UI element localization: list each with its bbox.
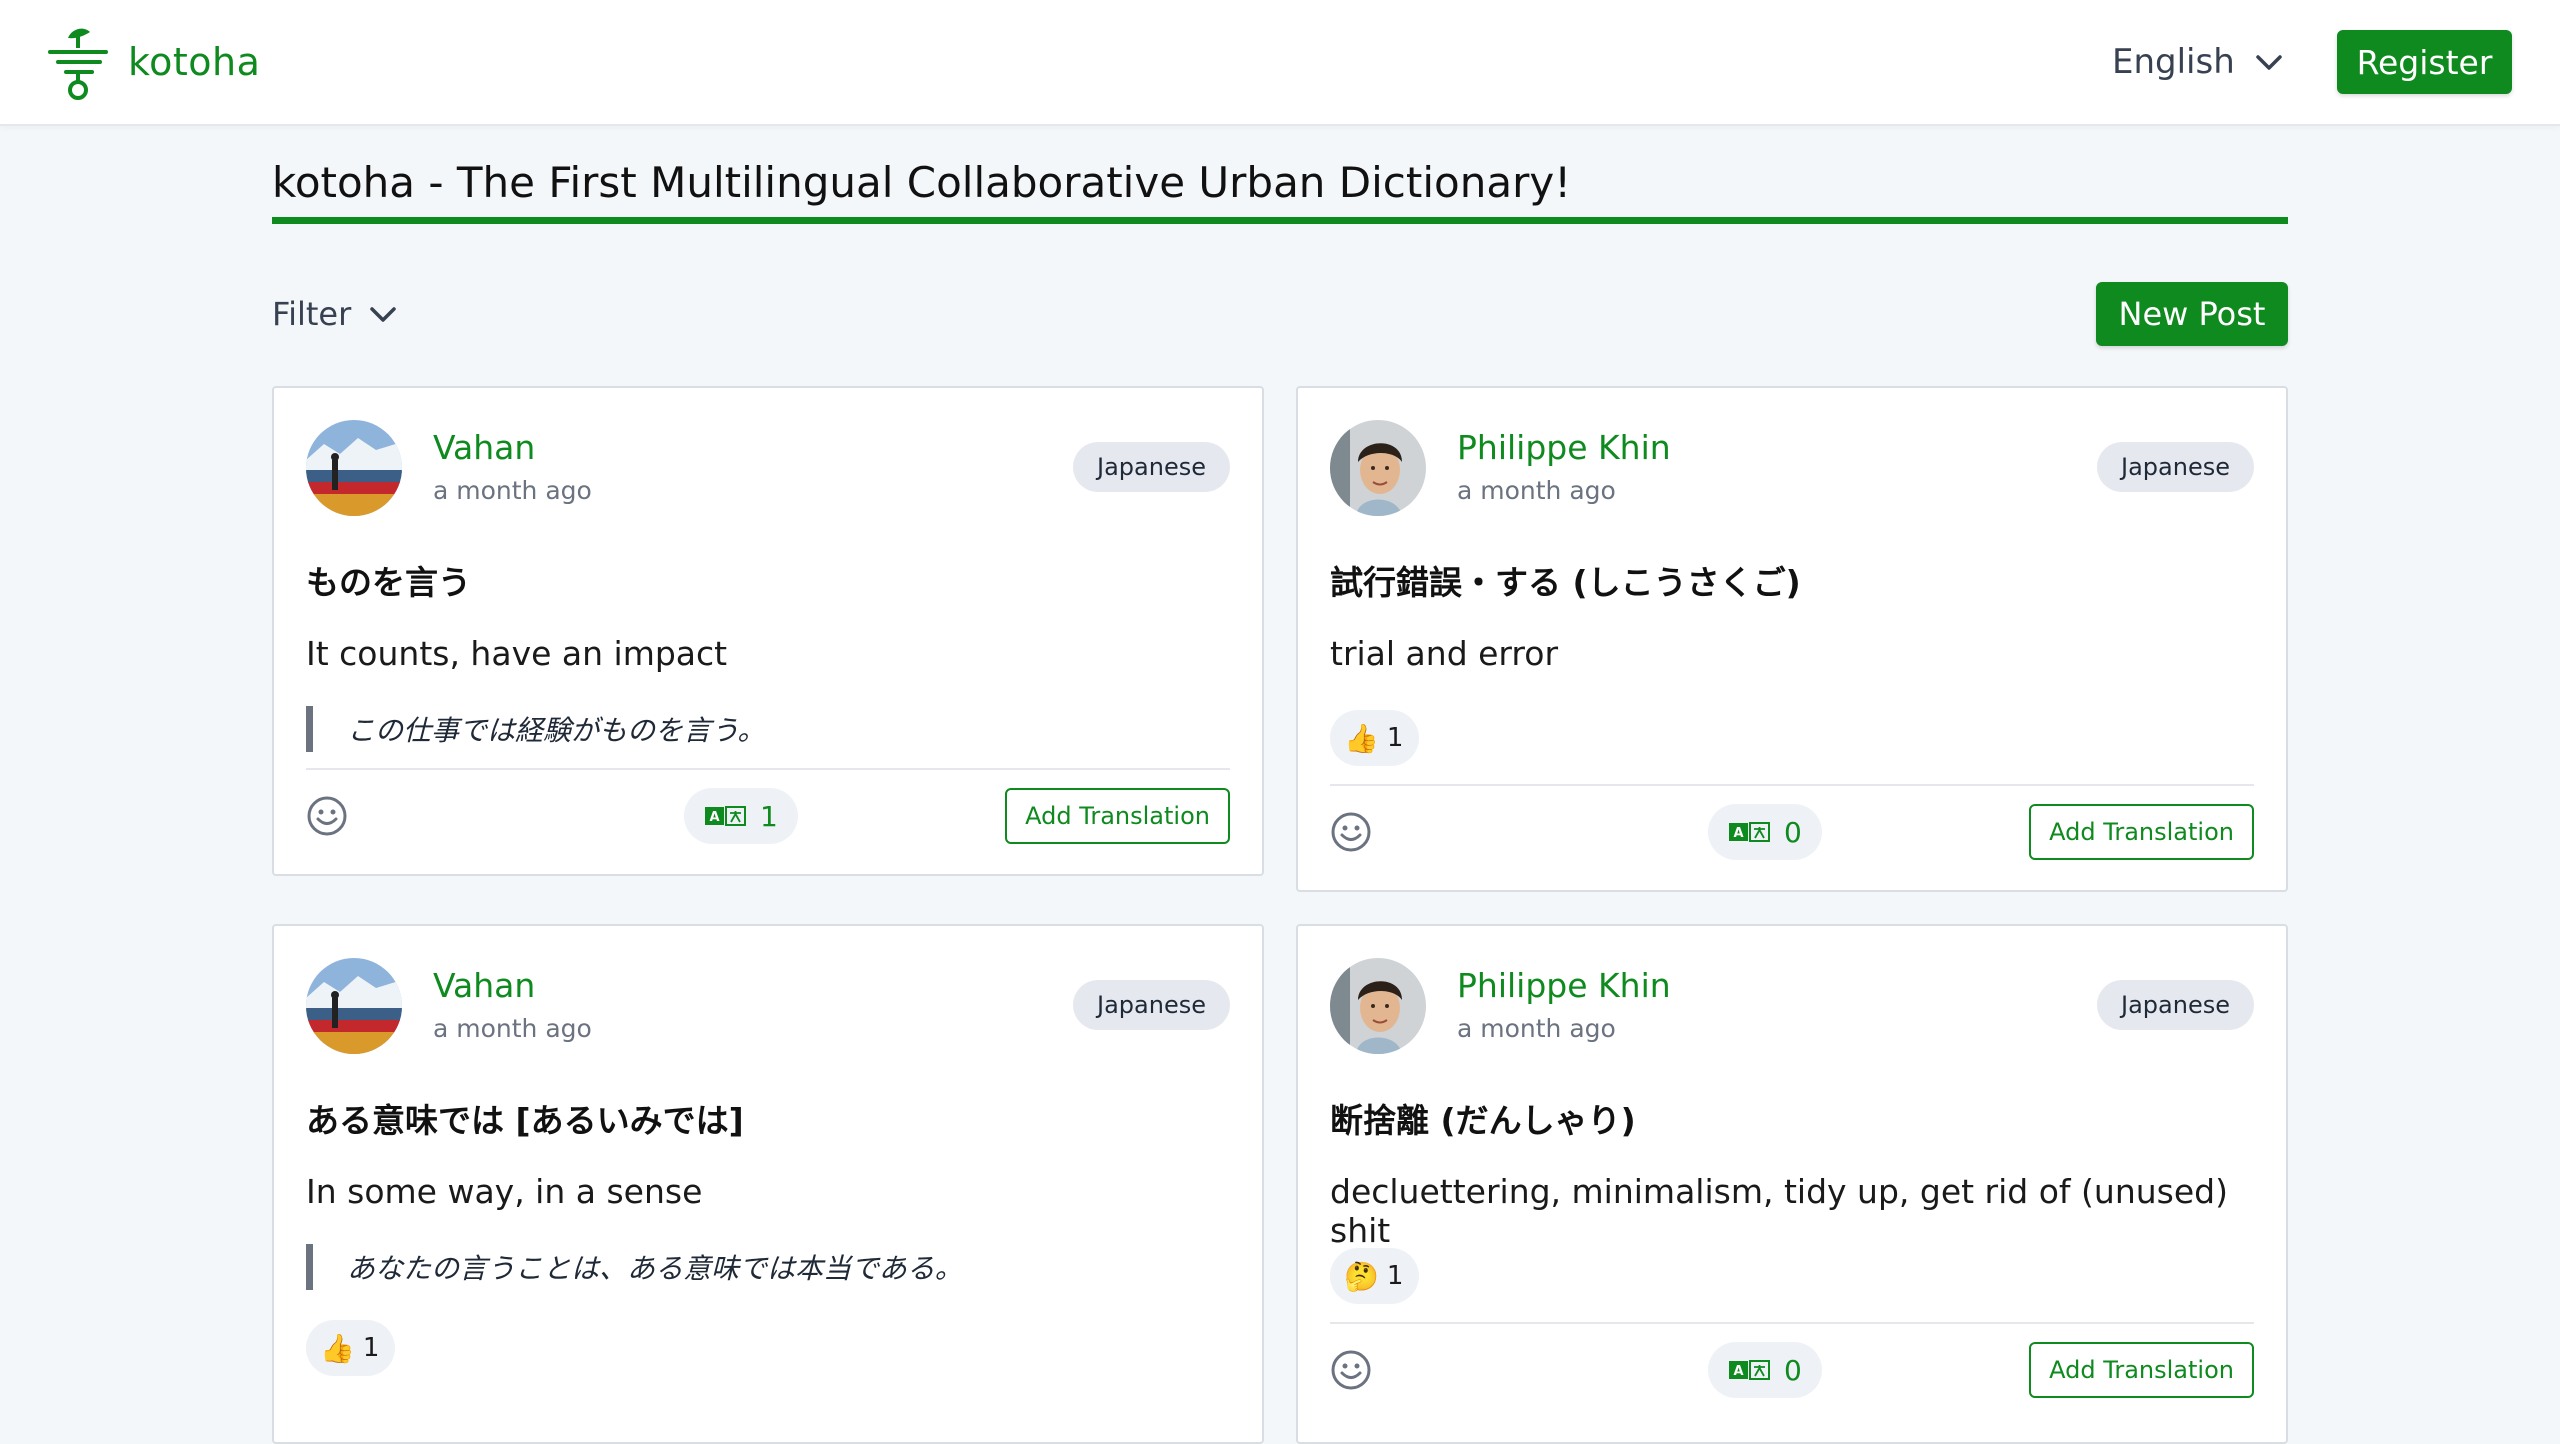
svg-text:A: A bbox=[709, 810, 719, 825]
add-reaction-button[interactable] bbox=[306, 795, 348, 837]
translate-icon: A bbox=[1729, 822, 1770, 842]
post-phrase: ある意味では [あるいみでは] bbox=[306, 1101, 744, 1140]
card-divider bbox=[1330, 1322, 2254, 1324]
smiley-face-icon bbox=[1331, 812, 1371, 852]
post-card: Philippe Khin a month ago Japanese 試行錯誤・… bbox=[1296, 386, 2288, 892]
thumbs-up-icon: 👍 bbox=[320, 1331, 355, 1365]
add-reaction-button[interactable] bbox=[1330, 811, 1372, 853]
page-title: kotoha - The First Multilingual Collabor… bbox=[272, 158, 1572, 207]
reaction-count: 1 bbox=[1386, 1261, 1404, 1291]
language-badge: Japanese bbox=[2097, 442, 2254, 492]
translate-icon: A bbox=[705, 806, 746, 826]
language-badge: Japanese bbox=[1073, 442, 1230, 492]
post-card: Philippe Khin a month ago Japanese 断捨離 (… bbox=[1296, 924, 2288, 1444]
language-selector[interactable]: English bbox=[2112, 36, 2285, 88]
post-time: a month ago bbox=[1457, 476, 1616, 505]
post-example: あなたの言うことは、ある意味では本当である。 bbox=[306, 1244, 963, 1290]
translation-count[interactable]: A 0 bbox=[1708, 1342, 1822, 1398]
thumbs-up-icon: 👍 bbox=[1344, 721, 1379, 755]
add-translation-button[interactable]: Add Translation bbox=[1005, 788, 1230, 844]
post-card: Vahan a month ago Japanese ある意味では [あるいみで… bbox=[272, 924, 1264, 1444]
example-text: あなたの言うことは、ある意味では本当である。 bbox=[347, 1252, 963, 1285]
translate-icon: A bbox=[1729, 1360, 1770, 1380]
post-time: a month ago bbox=[433, 476, 592, 505]
language-badge: Japanese bbox=[2097, 980, 2254, 1030]
translation-count-value: 0 bbox=[1784, 815, 1802, 849]
post-author[interactable]: Vahan bbox=[433, 966, 535, 1005]
translation-count[interactable]: A 0 bbox=[1708, 804, 1822, 860]
avatar[interactable] bbox=[1330, 958, 1426, 1054]
post-author[interactable]: Philippe Khin bbox=[1457, 966, 1671, 1005]
translation-count-value: 0 bbox=[1784, 1353, 1802, 1387]
brand-name: kotoha bbox=[128, 40, 261, 84]
translation-count-value: 1 bbox=[760, 799, 778, 833]
smiley-face-icon bbox=[1331, 1350, 1371, 1390]
user-avatar-image bbox=[1330, 958, 1426, 1054]
top-navbar: kotoha English Register bbox=[0, 0, 2560, 126]
example-text: この仕事では経験がものを言う。 bbox=[347, 714, 766, 747]
post-phrase: ものを言う bbox=[306, 563, 471, 602]
brand-logo[interactable]: kotoha bbox=[46, 22, 260, 102]
post-meaning: In some way, in a sense bbox=[306, 1172, 703, 1211]
user-avatar-image bbox=[1330, 420, 1426, 516]
svg-text:A: A bbox=[1733, 826, 1743, 841]
language-badge: Japanese bbox=[1073, 980, 1230, 1030]
post-phrase: 断捨離 (だんしゃり) bbox=[1330, 1101, 1636, 1140]
title-underline bbox=[272, 217, 2288, 224]
add-translation-button[interactable]: Add Translation bbox=[2029, 1342, 2254, 1398]
svg-text:A: A bbox=[1733, 1364, 1743, 1379]
post-meaning: It counts, have an impact bbox=[306, 634, 728, 673]
post-phrase: 試行錯誤・する (しこうさくご) bbox=[1330, 563, 1801, 602]
avatar[interactable] bbox=[306, 420, 402, 516]
reaction-chip[interactable]: 👍 1 bbox=[1330, 710, 1420, 766]
post-time: a month ago bbox=[1457, 1014, 1616, 1043]
post-author[interactable]: Philippe Khin bbox=[1457, 428, 1671, 467]
post-card: Vahan a month ago Japanese ものを言う It coun… bbox=[272, 386, 1264, 876]
new-post-button[interactable]: New Post bbox=[2096, 282, 2288, 346]
user-avatar-image bbox=[306, 958, 402, 1054]
card-divider bbox=[306, 768, 1230, 770]
translation-count[interactable]: A 1 bbox=[684, 788, 798, 844]
add-translation-button[interactable]: Add Translation bbox=[2029, 804, 2254, 860]
avatar[interactable] bbox=[306, 958, 402, 1054]
language-selector-label: English bbox=[2112, 42, 2235, 82]
user-avatar-image bbox=[306, 420, 402, 516]
post-time: a month ago bbox=[433, 1014, 592, 1043]
reaction-count: 1 bbox=[362, 1333, 380, 1363]
kotoha-logo-icon bbox=[48, 28, 108, 100]
post-example: この仕事では経験がものを言う。 bbox=[306, 706, 765, 752]
reaction-chip[interactable]: 👍 1 bbox=[306, 1320, 396, 1376]
avatar[interactable] bbox=[1330, 420, 1426, 516]
filter-dropdown[interactable]: Filter bbox=[272, 290, 399, 338]
reaction-chip[interactable]: 🤔 1 bbox=[1330, 1248, 1420, 1304]
register-button[interactable]: Register bbox=[2337, 30, 2512, 94]
card-divider bbox=[1330, 784, 2254, 786]
reaction-count: 1 bbox=[1386, 723, 1404, 753]
chevron-down-icon bbox=[2256, 55, 2282, 70]
filter-label: Filter bbox=[272, 295, 352, 333]
add-reaction-button[interactable] bbox=[1330, 1349, 1372, 1391]
post-author[interactable]: Vahan bbox=[433, 428, 535, 467]
smiley-face-icon bbox=[307, 796, 347, 836]
post-meaning: decluettering, minimalism, tidy up, get … bbox=[1330, 1172, 2228, 1250]
chevron-down-icon bbox=[370, 307, 396, 322]
post-meaning: trial and error bbox=[1330, 634, 1559, 673]
thinking-face-icon: 🤔 bbox=[1344, 1259, 1379, 1293]
